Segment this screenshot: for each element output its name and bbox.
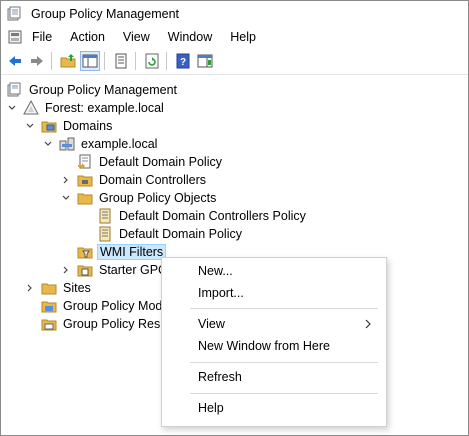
toolbar: ? [1,48,468,75]
tree-node-gp-modeling[interactable]: Group Policy Mod [41,297,164,315]
forest-icon [23,100,39,115]
context-menu-new-window[interactable]: New Window from Here [162,335,386,357]
toolbar-separator [51,52,52,70]
gpo-link-icon [78,154,91,169]
menu-separator [190,308,378,309]
tree-node-default-domain-policy-link[interactable]: Default Domain Policy [77,153,224,171]
tree-node-gpo-default-domain-policy[interactable]: Default Domain Policy [97,225,244,243]
tree-label-selected: WMI Filters [97,244,167,260]
properties-button[interactable] [111,51,131,71]
tree-node-group-policy-objects[interactable]: Group Policy Objects [61,189,218,207]
gp-modeling-icon [41,301,57,313]
menu-item-label: Import... [198,286,244,300]
toolbar-separator [104,52,105,70]
window-title: Group Policy Management [31,7,179,21]
title-bar[interactable]: Group Policy Management [1,1,468,27]
menu-item-label: Help [198,401,224,415]
expand-chevron-icon[interactable] [61,175,71,185]
menu-action[interactable]: Action [61,27,114,47]
collapse-chevron-icon[interactable] [43,139,53,149]
wmi-filter-folder-icon [77,247,93,259]
context-menu-refresh[interactable]: Refresh [162,366,386,388]
refresh-icon [145,53,159,69]
collapse-chevron-icon[interactable] [7,103,17,113]
menu-item-label: Refresh [198,370,242,384]
show-hide-console-tree-button[interactable] [80,51,100,71]
tree-label: Forest: example.local [45,101,164,115]
ou-folder-icon [77,175,93,187]
toolbar-separator [135,52,136,70]
forward-button[interactable] [27,51,47,71]
tree-node-domain-controllers[interactable]: Domain Controllers [61,171,208,189]
tree-node-sites[interactable]: Sites [25,279,93,297]
up-folder-icon [60,54,76,68]
collapse-chevron-icon[interactable] [25,121,35,131]
menu-item-label: New Window from Here [198,339,330,353]
properties-icon [115,53,127,69]
tree-node-gpmc-root[interactable]: Group Policy Management [7,81,179,99]
context-menu-help[interactable]: Help [162,397,386,419]
context-menu-new[interactable]: New... [162,260,386,282]
menu-help[interactable]: Help [221,27,265,47]
show-action-pane-button[interactable] [195,51,215,71]
refresh-button[interactable] [142,51,162,71]
forward-icon [31,56,43,66]
tree-label: Group Policy Objects [99,191,217,205]
tree-label: Starter GPC [99,263,168,277]
tree-node-domain[interactable]: example.local [43,135,159,153]
tree-label: Domains [63,119,113,133]
gpo-scroll-icon [99,208,111,224]
tree-node-gpo-default-dc-policy[interactable]: Default Domain Controllers Policy [97,207,308,225]
tree-label: Group Policy Resu [63,317,168,331]
show-action-pane-icon [197,54,213,68]
tree-label: example.local [81,137,158,151]
menu-window[interactable]: Window [159,27,221,47]
toolbar-separator [166,52,167,70]
tree-node-wmi-filters[interactable]: WMI Filters [77,243,167,261]
menu-view[interactable]: View [114,27,159,47]
gpmc-root-icon [7,82,21,97]
menu-item-label: View [198,317,225,331]
tree-label: Domain Controllers [99,173,206,187]
menu-bar: File Action View Window Help [1,27,468,47]
menu-separator [190,362,378,363]
gpo-folder-icon [77,193,93,205]
tree-node-forest[interactable]: Forest: example.local [7,99,166,117]
expand-chevron-icon[interactable] [25,283,35,293]
menu-item-label: New... [198,264,233,278]
help-button[interactable]: ? [173,51,193,71]
help-icon: ? [176,53,190,69]
up-one-level-button[interactable] [58,51,78,71]
tree-node-domains[interactable]: Domains [25,117,114,135]
back-icon [9,56,21,66]
context-menu: New... Import... View New Window from He… [161,257,387,427]
tree-label: Default Domain Policy [99,155,222,169]
menu-separator [190,393,378,394]
expand-chevron-icon[interactable] [61,265,71,275]
tree-node-gp-results[interactable]: Group Policy Resu [41,315,169,333]
sites-folder-icon [41,283,57,295]
console-menu-icon[interactable] [7,29,23,45]
show-hide-console-tree-icon [82,54,98,68]
tree-label: Sites [63,281,91,295]
tree-label: Group Policy Management [29,83,177,97]
menu-file[interactable]: File [23,27,61,47]
context-menu-view[interactable]: View [162,313,386,335]
collapse-chevron-icon[interactable] [61,193,71,203]
context-menu-import[interactable]: Import... [162,282,386,304]
tree-label: Default Domain Controllers Policy [119,209,306,223]
domain-icon [59,137,75,151]
tree-label: Default Domain Policy [119,227,242,241]
gpmc-window: Group Policy Management File Action View… [0,0,469,436]
domains-folder-icon [41,121,57,133]
starter-gpo-folder-icon [77,265,93,277]
back-button[interactable] [5,51,25,71]
tree-node-starter-gpos[interactable]: Starter GPC [61,261,169,279]
gp-results-icon [41,319,57,331]
gpo-scroll-icon [99,226,111,242]
gpmc-app-icon [7,6,21,21]
tree-label: Group Policy Mod [63,299,163,313]
svg-text:?: ? [180,57,186,68]
